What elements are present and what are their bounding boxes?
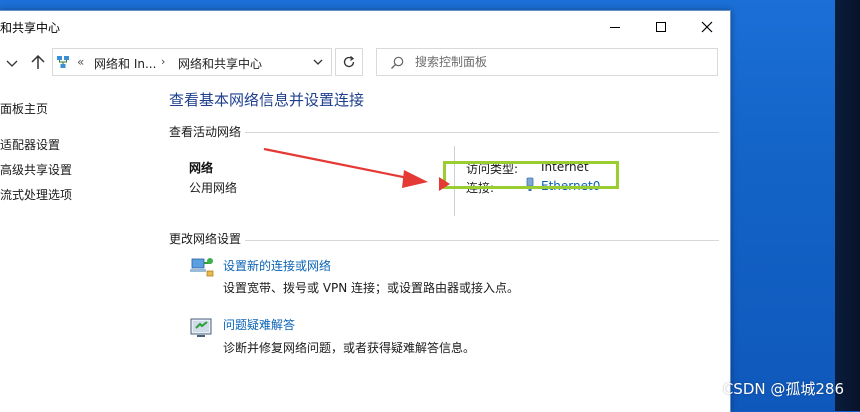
refresh-icon xyxy=(343,56,355,68)
close-button[interactable] xyxy=(684,11,730,43)
search-icon xyxy=(391,56,404,69)
address-row: « 网络和 In... › 网络和共享中心 xyxy=(0,47,730,79)
title-bar: 和共享中心 xyxy=(0,11,730,43)
search-box[interactable] xyxy=(376,48,718,76)
breadcrumb-network-sharing-center[interactable]: 网络和共享中心 xyxy=(178,55,262,72)
minimize-icon xyxy=(610,26,620,28)
breadcrumb-network-internet[interactable]: 网络和 In... xyxy=(94,55,156,72)
network-location-icon xyxy=(57,56,69,68)
network-setup-icon xyxy=(190,258,214,277)
close-icon xyxy=(701,21,713,33)
troubleshoot-problems-description: 诊断并修复网络问题，或者获得疑难解答信息。 xyxy=(223,341,476,355)
desktop-dark-edge xyxy=(835,0,860,411)
window-title: 和共享中心 xyxy=(0,21,61,35)
search-input[interactable] xyxy=(415,49,705,75)
troubleshoot-icon xyxy=(190,318,212,337)
recent-locations-chevron-icon[interactable] xyxy=(4,53,20,73)
refresh-button[interactable] xyxy=(335,48,363,76)
minimize-button[interactable] xyxy=(592,11,638,43)
up-arrow-icon[interactable] xyxy=(28,51,48,73)
left-link-advanced-sharing-settings[interactable]: 高级共享设置 xyxy=(0,161,72,178)
section-divider xyxy=(245,240,719,241)
breadcrumb-separator[interactable]: › xyxy=(161,55,165,68)
maximize-icon xyxy=(656,22,666,32)
address-bar[interactable]: « 网络和 In... › 网络和共享中心 xyxy=(52,48,332,76)
left-link-control-panel-home[interactable]: 面板主页 xyxy=(0,100,48,117)
change-settings-heading: 更改网络设置 xyxy=(169,232,242,246)
address-dropdown-icon[interactable] xyxy=(311,55,325,69)
annotation-highlight-box xyxy=(443,161,619,189)
section-divider xyxy=(245,132,719,133)
left-link-media-streaming-options[interactable]: 流式处理选项 xyxy=(0,186,72,203)
setup-new-connection-description: 设置宽带、拨号或 VPN 连接；或设置路由器或接入点。 xyxy=(223,281,520,295)
active-networks-heading: 查看活动网络 xyxy=(169,125,242,139)
setup-new-connection-link[interactable]: 设置新的连接或网络 xyxy=(223,257,331,274)
page-title: 查看基本网络信息并设置连接 xyxy=(169,91,365,109)
left-link-change-adapter-settings[interactable]: 适配器设置 xyxy=(0,136,60,153)
maximize-button[interactable] xyxy=(638,11,684,43)
csdn-watermark: CSDN @孤城286 xyxy=(722,380,844,398)
overflow-chevron[interactable]: « xyxy=(77,55,84,69)
left-navigation-pane: 面板主页 适配器设置 高级共享设置 流式处理选项 xyxy=(0,87,150,387)
network-type: 公用网络 xyxy=(189,181,238,195)
control-panel-window: 和共享中心 « 网络和 In... › 网络和共享中心 搜索控制面板 面板主页 … xyxy=(0,10,731,412)
network-name: 网络 xyxy=(189,161,214,175)
troubleshoot-problems-link[interactable]: 问题疑难解答 xyxy=(223,316,295,333)
